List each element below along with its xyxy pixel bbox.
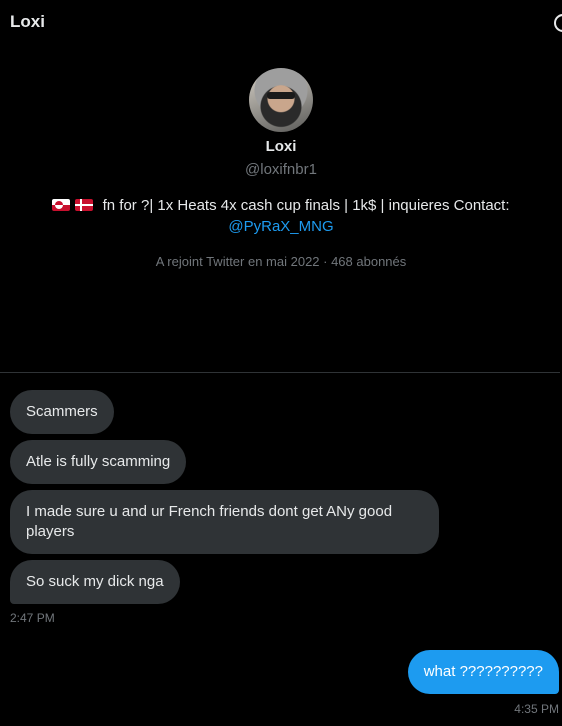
message-text: Atle is fully scamming <box>26 453 171 470</box>
profile-card[interactable]: Loxi @loxifnbr1 fn for ?| 1x Heats 4x ca… <box>0 68 562 270</box>
conversation-header: Loxi <box>0 0 562 46</box>
bio-text: fn for ?| 1x Heats 4x cash cup finals | … <box>102 197 510 214</box>
profile-bio: fn for ?| 1x Heats 4x cash cup finals | … <box>21 195 541 237</box>
message-bubble-outgoing[interactable]: what ?????????? <box>407 650 559 694</box>
avatar-detail <box>267 92 295 99</box>
conversation-title: Loxi <box>10 12 45 31</box>
dm-conversation: Loxi Loxi @loxifnbr1 fn for ?| 1x Heats … <box>0 0 562 726</box>
profile-handle: @loxifnbr1 <box>245 161 317 178</box>
avatar[interactable] <box>249 68 313 132</box>
divider <box>0 372 560 373</box>
bio-mention-link[interactable]: @PyRaX_MNG <box>228 218 333 235</box>
message-bubble-incoming[interactable]: I made sure u and ur French friends dont… <box>10 490 439 554</box>
message-timestamp: 4:35 PM <box>514 702 559 716</box>
greenland-flag-icon <box>52 199 71 211</box>
message-timestamp: 2:47 PM <box>10 611 55 625</box>
profile-name[interactable]: Loxi <box>0 138 562 156</box>
message-bubble-incoming[interactable]: Scammers <box>10 390 114 434</box>
message-text: Scammers <box>26 403 98 420</box>
message-bubble-incoming[interactable]: Atle is fully scamming <box>10 440 187 484</box>
message-text: So suck my dick nga <box>26 573 164 590</box>
profile-joined-info: A rejoint Twitter en mai 2022 · 468 abon… <box>155 254 407 269</box>
info-circle-icon[interactable] <box>554 14 562 32</box>
denmark-flag-icon <box>75 199 94 211</box>
message-bubble-incoming[interactable]: So suck my dick nga <box>10 560 180 604</box>
message-text: what ?????????? <box>423 663 543 680</box>
message-text: I made sure u and ur French friends dont… <box>26 503 393 540</box>
